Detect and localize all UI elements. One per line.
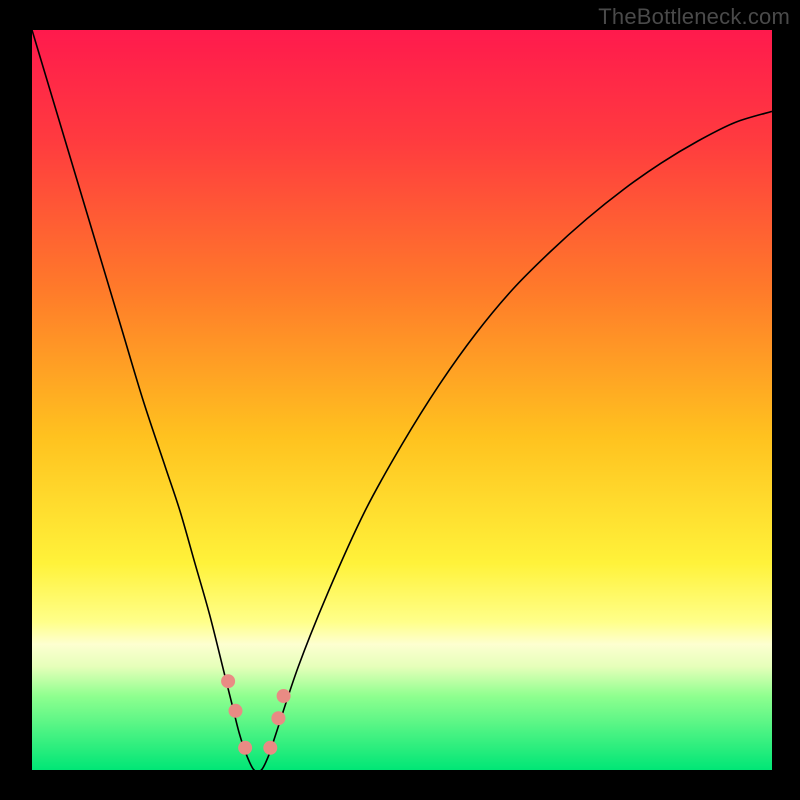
watermark-text: TheBottleneck.com bbox=[598, 4, 790, 30]
marker-point bbox=[238, 741, 252, 755]
chart-container bbox=[32, 30, 772, 770]
marker-point bbox=[263, 741, 277, 755]
marker-point bbox=[277, 689, 291, 703]
marker-point bbox=[229, 704, 243, 718]
bottleneck-chart bbox=[32, 30, 772, 770]
marker-point bbox=[221, 674, 235, 688]
marker-point bbox=[271, 711, 285, 725]
